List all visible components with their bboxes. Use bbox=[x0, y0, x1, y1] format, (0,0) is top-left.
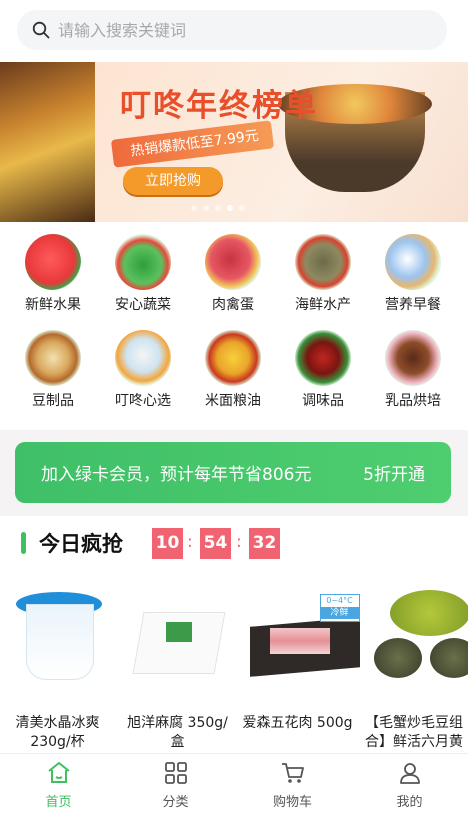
product-image bbox=[8, 582, 108, 692]
category-label: 海鲜水产 bbox=[295, 297, 351, 313]
search-bar bbox=[0, 0, 468, 62]
search-box[interactable] bbox=[17, 10, 447, 50]
cold-chain-temperature: 0~4°C bbox=[326, 596, 353, 605]
tab-cart[interactable]: 购物车 bbox=[234, 754, 351, 816]
banner-food-image bbox=[0, 62, 95, 222]
carousel-dot[interactable] bbox=[239, 205, 245, 211]
category-grid: 新鲜水果 安心蔬菜 肉禽蛋 海鲜水产 营养早餐 豆制品 叮咚心选 米面粮油 调味… bbox=[0, 224, 468, 430]
category-item-meat[interactable]: 肉禽蛋 bbox=[188, 224, 278, 320]
tofu-icon bbox=[25, 330, 81, 386]
vip-membership-banner[interactable]: 加入绿卡会员，预计每年节省806元 5折开通 bbox=[15, 442, 451, 503]
carousel-dot-active[interactable] bbox=[227, 205, 233, 211]
category-label: 米面粮油 bbox=[205, 393, 261, 409]
product-card[interactable]: 【毛蟹炒毛豆组合】鲜活六月黄 bbox=[360, 572, 468, 752]
watermelon-icon bbox=[25, 234, 81, 290]
category-label: 叮咚心选 bbox=[115, 393, 171, 409]
category-item-seasoning[interactable]: 调味品 bbox=[278, 320, 368, 416]
countdown-seconds: 32 bbox=[249, 528, 280, 559]
vegetable-icon bbox=[115, 234, 171, 290]
category-item-vegetable[interactable]: 安心蔬菜 bbox=[98, 224, 188, 320]
product-image bbox=[128, 582, 228, 692]
fish-icon bbox=[295, 234, 351, 290]
product-image bbox=[364, 582, 468, 692]
seasoning-icon bbox=[295, 330, 351, 386]
banner-title: 叮咚年终榜单 bbox=[120, 88, 318, 124]
category-label: 安心蔬菜 bbox=[115, 297, 171, 313]
category-label: 新鲜水果 bbox=[25, 297, 81, 313]
carousel-dot[interactable] bbox=[203, 205, 209, 211]
category-item-tofu[interactable]: 豆制品 bbox=[8, 320, 98, 416]
grain-oil-icon bbox=[205, 330, 261, 386]
user-icon bbox=[399, 763, 420, 784]
category-label: 肉禽蛋 bbox=[212, 297, 254, 313]
breakfast-icon bbox=[385, 234, 441, 290]
cart-icon bbox=[281, 763, 304, 783]
tab-profile[interactable]: 我的 bbox=[351, 754, 468, 816]
category-label: 乳品烘培 bbox=[385, 393, 441, 409]
product-name: 爱森五花肉 500g bbox=[242, 715, 353, 731]
countdown-separator: : bbox=[187, 532, 193, 552]
section-accent-bar bbox=[21, 532, 26, 554]
countdown-minutes: 54 bbox=[200, 528, 231, 559]
product-name: 清美水晶冰爽230g/杯 bbox=[15, 715, 100, 750]
tab-category[interactable]: 分类 bbox=[117, 754, 234, 816]
selection-icon bbox=[115, 330, 171, 386]
product-card[interactable]: 清美水晶冰爽230g/杯 bbox=[0, 572, 115, 752]
tab-label: 购物车 bbox=[272, 795, 312, 810]
product-card[interactable]: 0~4°C 冷鲜 爱森五花肉 500g bbox=[240, 572, 360, 733]
countdown-separator: : bbox=[236, 532, 242, 552]
category-label: 豆制品 bbox=[32, 393, 74, 409]
dairy-bakery-icon bbox=[385, 330, 441, 386]
category-item-selection[interactable]: 叮咚心选 bbox=[98, 320, 188, 416]
search-icon bbox=[32, 21, 50, 39]
vip-text: 加入绿卡会员，预计每年节省806元 bbox=[41, 465, 312, 485]
carousel-indicator bbox=[191, 205, 245, 211]
category-label: 调味品 bbox=[302, 393, 344, 409]
category-item-dairy-bakery[interactable]: 乳品烘培 bbox=[368, 320, 458, 416]
cold-chain-badge: 冷鲜 bbox=[320, 607, 359, 619]
carousel-dot[interactable] bbox=[215, 205, 221, 211]
category-item-breakfast[interactable]: 营养早餐 bbox=[368, 224, 458, 320]
countdown-hours: 10 bbox=[152, 528, 183, 559]
tab-label: 我的 bbox=[396, 795, 423, 810]
category-icon bbox=[164, 762, 187, 784]
category-item-grain-oil[interactable]: 米面粮油 bbox=[188, 320, 278, 416]
tab-label: 首页 bbox=[45, 795, 72, 810]
meat-icon bbox=[205, 234, 261, 290]
flash-sale-products: 清美水晶冰爽230g/杯 旭洋麻腐 350g/盒 0~4°C 冷鲜 爱森五花肉 … bbox=[0, 572, 468, 752]
tab-label: 分类 bbox=[162, 795, 189, 810]
category-label: 营养早餐 bbox=[385, 297, 441, 313]
banner-buy-button[interactable]: 立即抢购 bbox=[123, 167, 223, 195]
category-item-fruit[interactable]: 新鲜水果 bbox=[8, 224, 98, 320]
category-item-seafood[interactable]: 海鲜水产 bbox=[278, 224, 368, 320]
flash-sale-title: 今日疯抢 bbox=[39, 532, 123, 556]
vip-open-button[interactable]: 5折开通 bbox=[363, 460, 425, 485]
bottom-tab-bar: 首页 分类 购物车 我的 bbox=[0, 753, 468, 816]
search-input[interactable] bbox=[56, 19, 420, 41]
product-name: 旭洋麻腐 350g/盒 bbox=[127, 715, 228, 750]
promo-banner[interactable]: 叮咚年终榜单 热销爆款低至7.99元 立即抢购 bbox=[0, 62, 468, 222]
carousel-dot[interactable] bbox=[191, 205, 197, 211]
tab-home[interactable]: 首页 bbox=[0, 754, 117, 816]
product-image: 0~4°C 冷鲜 bbox=[248, 582, 360, 692]
product-name: 【毛蟹炒毛豆组合】鲜活六月黄 bbox=[365, 715, 463, 750]
home-icon bbox=[47, 762, 70, 783]
product-card[interactable]: 旭洋麻腐 350g/盒 bbox=[120, 572, 235, 752]
